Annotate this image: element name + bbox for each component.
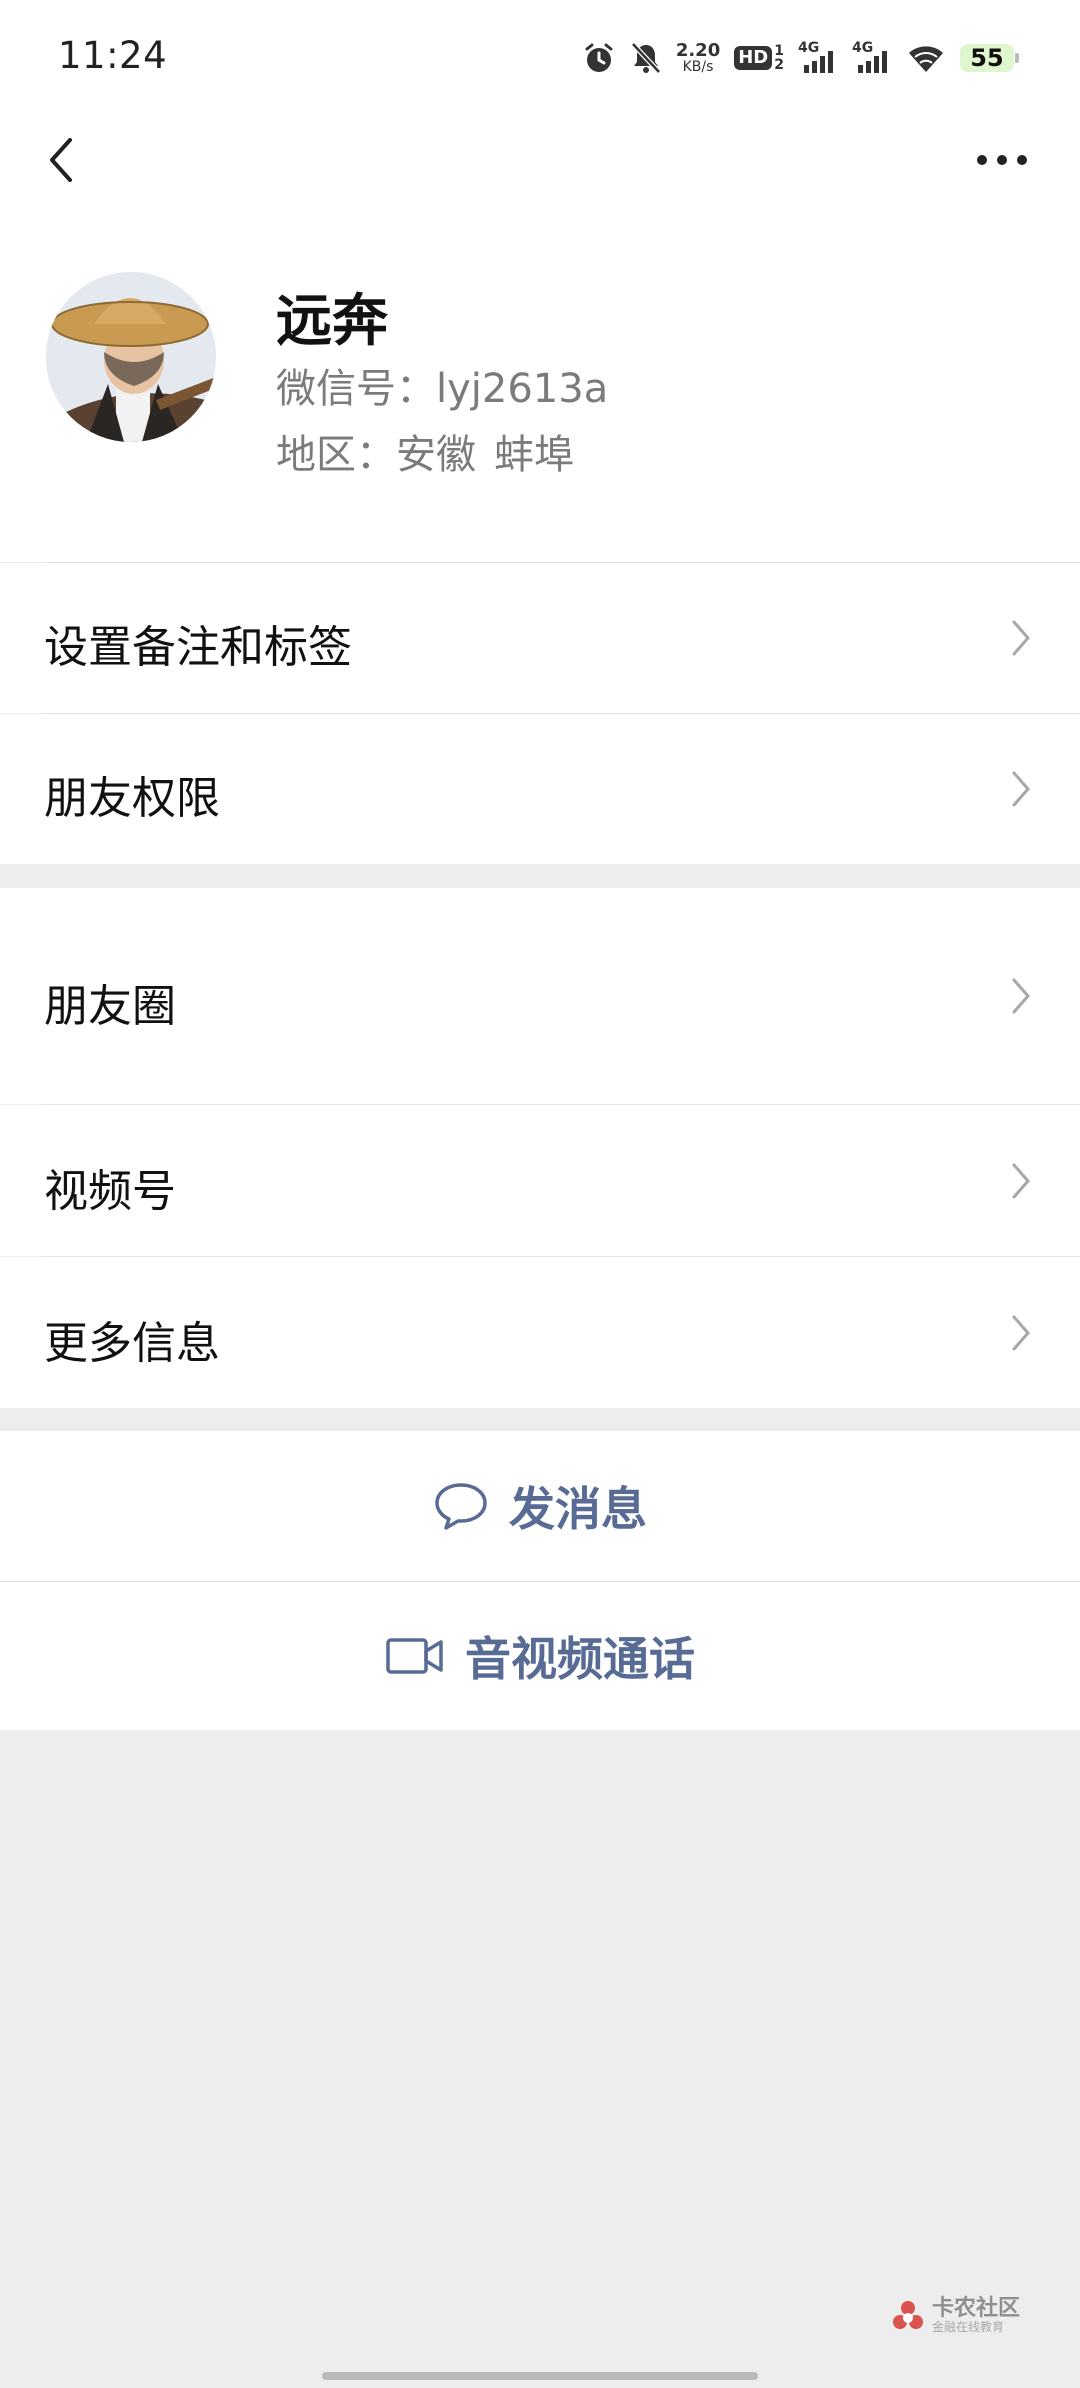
list-item-friend-permissions[interactable]: 朋友权限 [0, 714, 1080, 864]
home-indicator[interactable] [322, 2372, 758, 2380]
avatar-image [46, 272, 216, 442]
list-item-channels[interactable]: 视频号 [0, 1105, 1080, 1256]
hd-sup: 1 [774, 43, 784, 59]
profile-header: 远奔 微信号：lyj2613a 地区：安徽 蚌埠 [0, 210, 1080, 562]
status-icons: 2.20 KB/s HD 1 2 4G 4G 55 [582, 36, 1019, 80]
battery-indicator: 55 [960, 44, 1019, 72]
back-button[interactable] [36, 132, 92, 188]
nav-bar [0, 110, 1080, 210]
list-item-label: 朋友圈 [44, 981, 176, 1032]
list-item-more-info[interactable]: 更多信息 [0, 1257, 1080, 1408]
wifi-icon [909, 46, 943, 72]
video-call-label: 音视频通话 [465, 1632, 695, 1686]
net-speed-value: 2.20 [675, 40, 721, 61]
list-item-set-remark[interactable]: 设置备注和标签 [0, 563, 1080, 713]
chevron-right-icon [1012, 771, 1030, 807]
list-item-label: 视频号 [44, 1166, 176, 1217]
hd-icon: HD 1 2 [734, 44, 784, 72]
chevron-right-icon [1012, 1163, 1030, 1199]
status-bar: 11:24 2.20 KB/s HD 1 2 4G 4G 55 [0, 0, 1080, 110]
watermark-subtitle: 金融在线教育 [931, 2320, 1004, 2334]
region: 地区：安徽 蚌埠 [276, 422, 574, 480]
watermark-logo-icon [892, 2301, 923, 2330]
send-message-label: 发消息 [509, 1482, 647, 1536]
more-dots-icon[interactable] [972, 140, 1032, 180]
chat-bubble-icon [435, 1483, 487, 1530]
chevron-right-icon [1012, 1315, 1030, 1351]
contact-name: 远奔 [276, 289, 388, 354]
sim2-signal: 4G [852, 41, 892, 75]
signal-bars-icon [858, 51, 887, 73]
wechat-id: 微信号：lyj2613a [276, 366, 609, 412]
status-time: 11:24 [58, 34, 168, 77]
signal-bars-icon [804, 51, 833, 73]
send-message-button[interactable]: 发消息 [0, 1431, 1080, 1581]
video-camera-icon [386, 1638, 443, 1674]
mute-bell-icon [630, 42, 661, 74]
list-item-label: 设置备注和标签 [44, 622, 352, 673]
chevron-right-icon [1012, 620, 1030, 656]
net-speed-unit: KB/s [682, 59, 714, 75]
sim1-signal: 4G [798, 41, 838, 75]
watermark: 卡农社区 金融在线教育 [890, 2298, 1020, 2334]
region-province: 地区：安徽 [276, 432, 476, 478]
list-item-label: 更多信息 [44, 1318, 220, 1369]
watermark-title: 卡农社区 [931, 2296, 1020, 2321]
net-speed: 2.20 KB/s [675, 40, 721, 75]
hd-label: HD [734, 46, 773, 70]
list-item-label: 朋友权限 [44, 773, 220, 824]
chevron-right-icon [1012, 978, 1030, 1014]
video-call-button[interactable]: 音视频通话 [0, 1582, 1080, 1730]
alarm-icon [585, 43, 613, 72]
avatar[interactable] [46, 272, 216, 442]
list-item-moments[interactable]: 朋友圈 [0, 888, 1080, 1104]
hd-sub: 2 [774, 57, 784, 73]
region-city: 蚌埠 [494, 432, 574, 478]
